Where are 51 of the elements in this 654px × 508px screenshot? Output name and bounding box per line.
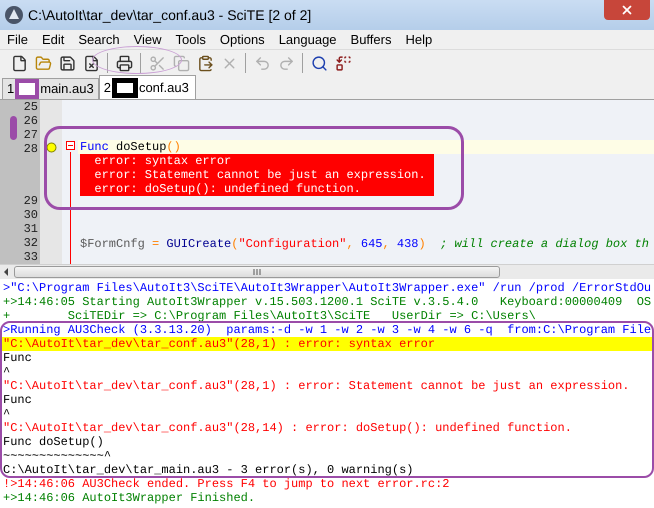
app-logo-icon — [4, 5, 24, 25]
line-number: 29 — [22, 194, 39, 208]
error-annotation: error: doSetup(): undefined function. — [80, 182, 434, 196]
output-line[interactable]: Func doSetup() — [0, 435, 654, 449]
output-line[interactable]: !>14:46:06 AU3Check ended. Press F4 to jump to next error.rc:2 — [0, 477, 654, 491]
menu-item[interactable]: File — [0, 30, 35, 50]
menu-item[interactable]: Edit — [34, 30, 72, 50]
code-line: Func doSetup() — [79, 140, 181, 154]
horizontal-scrollbar[interactable] — [0, 264, 654, 279]
output-line[interactable]: ^ — [0, 407, 654, 421]
error-annotation: error: Statement cannot be just an expression. — [80, 168, 434, 182]
fold-minus-icon[interactable] — [66, 141, 74, 150]
line-number: 32 — [22, 236, 39, 250]
output-line[interactable]: "C:\AutoIt\tar_dev\tar_conf.au3"(28,14) : error: doSetup(): undefined function. — [0, 421, 654, 435]
line-number: 30 — [22, 208, 39, 222]
menu-item[interactable]: View — [126, 30, 169, 50]
close-icon — [620, 3, 634, 17]
output-line[interactable]: "C:\AutoIt\tar_dev\tar_conf.au3"(28,1) : error: Statement cannot be just an expression. — [0, 379, 654, 393]
menu-item[interactable]: Help — [398, 30, 440, 50]
output-line[interactable]: Func — [0, 393, 654, 407]
file-tab[interactable]: 2 conf.au3 — [98, 75, 196, 99]
output-line[interactable]: C:\AutoIt\tar_dev\tar_main.au3 - 3 error(s), 0 warning(s) — [0, 463, 654, 477]
redaction-box — [112, 78, 138, 98]
menu-item[interactable]: Search — [71, 30, 127, 50]
output-line[interactable]: +>14:46:06 AutoIt3Wrapper Finished. — [0, 491, 654, 505]
window-title: C:\AutoIt\tar_dev\tar_conf.au3 - SciTE [2 of 2] — [28, 6, 312, 25]
output-line[interactable]: >Running AU3Check (3.3.13.20) params:-d -w 1 -w 2 -w 3 -w 4 -w 6 -q from:C:\Program File — [0, 323, 654, 337]
line-number: 25 — [22, 100, 39, 114]
output-line[interactable]: + SciTEDir => C:\Program Files\AutoIt3\SciTE UserDir => C:\Users\ — [0, 309, 654, 323]
redaction-box — [15, 79, 40, 99]
scroll-left-icon[interactable] — [2, 268, 10, 276]
output-line[interactable]: ^ — [0, 365, 654, 379]
line-number: 28 — [22, 142, 39, 156]
line-number: 31 — [22, 222, 39, 236]
close-button[interactable] — [604, 0, 650, 20]
output-line[interactable]: +>14:46:05 Starting AutoIt3Wrapper v.15.503.1200.1 SciTE v.3.5.4.0 Keyboard:00000409 OS — [0, 295, 654, 309]
line-number: 27 — [22, 128, 39, 142]
file-tab[interactable]: 1 main.au3 — [2, 78, 99, 99]
line-number: 26 — [22, 114, 39, 128]
menu-item[interactable]: Buffers — [344, 30, 398, 50]
menu-item[interactable]: Options — [212, 30, 272, 50]
menu-item[interactable]: Tools — [168, 30, 213, 50]
annotation-mark — [10, 116, 17, 140]
line-number: 33 — [22, 250, 39, 264]
output-line[interactable]: Func — [0, 351, 654, 365]
error-annotation: error: syntax error — [80, 154, 434, 168]
scrollbar-thumb[interactable] — [14, 266, 500, 278]
output-line[interactable]: >"C:\Program Files\AutoIt3\SciTE\AutoIt3Wrapper\AutoIt3Wrapper.exe" /run /prod /ErrorStdOu — [0, 281, 654, 295]
menu-item[interactable]: Language — [272, 30, 344, 50]
output-line[interactable]: ~~~~~~~~~~~~~~^ — [0, 449, 654, 463]
code-line: $FormCnfg = GUICreate("Configuration", 645, 438) ; will create a dialog box th — [79, 236, 649, 251]
